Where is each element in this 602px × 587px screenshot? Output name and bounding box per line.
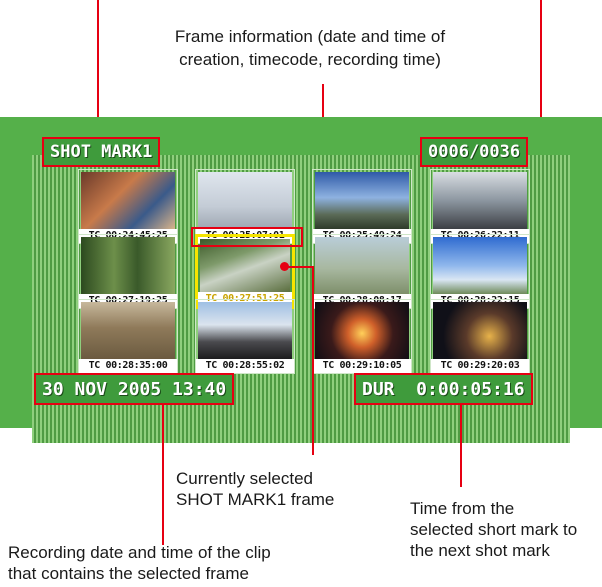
thumbnail[interactable]: TC 00:29:20:03	[430, 299, 530, 374]
thumbnail[interactable]: TC 00:28:35:00	[78, 299, 178, 374]
selected-line1: Currently selected	[176, 469, 314, 488]
selected-line2: SHOT MARK1 frame	[176, 490, 335, 509]
thumbnail-timecode: TC 00:28:55:02	[196, 359, 294, 373]
rec-date-callout: Recording date and time of the clip that…	[8, 542, 318, 584]
duration-display: DUR 0:00:05:16	[354, 373, 533, 405]
thumbnail-image	[81, 237, 175, 294]
dur-line1: Time from the	[410, 499, 515, 518]
dur-line3: the next shot mark	[410, 541, 550, 560]
thumbnail[interactable]: TC 00:25:49:24	[312, 169, 412, 244]
thumbnail[interactable]: TC 00:24:45:25	[78, 169, 178, 244]
callout-line-rec-date	[162, 403, 164, 545]
thumbnail[interactable]: TC 00:26:22:11	[430, 169, 530, 244]
shot-mark-label: SHOT MARK1	[42, 137, 161, 167]
selected-marker-dot	[280, 262, 289, 271]
frame-info-line2: creation, timecode, recording time)	[179, 50, 441, 69]
selected-frame-callout: Currently selected SHOT MARK1 frame	[176, 468, 396, 510]
thumbnail-image	[81, 172, 175, 229]
dur-line2: selected short mark to	[410, 520, 578, 539]
thumbnail-image	[198, 302, 292, 359]
thumbnail-image	[433, 302, 527, 359]
callout-line-selected	[312, 267, 314, 455]
frame-info-line1: Frame information (date and time of	[174, 27, 446, 46]
thumbnail-timecode: TC 00:29:10:05	[313, 359, 411, 373]
frame-info-callout: Frame information (date and time of crea…	[160, 26, 460, 70]
thumbnail-image	[315, 172, 409, 229]
thumbnail-image	[81, 302, 175, 359]
rec-date-line1: Recording date and time of the clip	[8, 543, 271, 562]
thumbnail-timecode: TC 00:29:20:03	[431, 359, 529, 373]
recording-datetime: 30 NOV 2005 13:40	[34, 373, 235, 405]
duration-text: DUR 0:00:05:16	[362, 378, 525, 400]
callout-line-selected-h	[288, 266, 314, 268]
callout-line-duration	[460, 403, 462, 487]
thumbnail-image	[433, 172, 527, 229]
thumbnail-image	[198, 172, 292, 229]
frame-counter-text: 0006/0036	[428, 142, 521, 162]
thumbnail-timecode: TC 00:28:35:00	[79, 359, 177, 373]
thumbnail-screen: SHOT MARK1 0006/0036 TC 00:24:45:25 TC 00…	[0, 117, 602, 443]
thumbnail[interactable]: TC 00:28:22:15	[430, 234, 530, 309]
thumbnail-image	[315, 237, 409, 294]
thumbnail[interactable]: TC 00:28:55:02	[195, 299, 295, 374]
recording-datetime-text: 30 NOV 2005 13:40	[42, 378, 227, 400]
frame-info-highlight	[191, 227, 303, 247]
thumbnail[interactable]: TC 00:28:08:17	[312, 234, 412, 309]
shot-mark-label-text: SHOT MARK1	[50, 142, 153, 162]
frame-counter: 0006/0036	[420, 137, 529, 167]
thumbnail-image	[433, 237, 527, 294]
duration-callout: Time from the selected short mark to the…	[410, 498, 600, 561]
thumbnail-image	[315, 302, 409, 359]
thumbnail[interactable]: TC 00:29:10:05	[312, 299, 412, 374]
thumbnail[interactable]: TC 00:27:19:25	[78, 234, 178, 309]
rec-date-line2: that contains the selected frame	[8, 564, 249, 583]
